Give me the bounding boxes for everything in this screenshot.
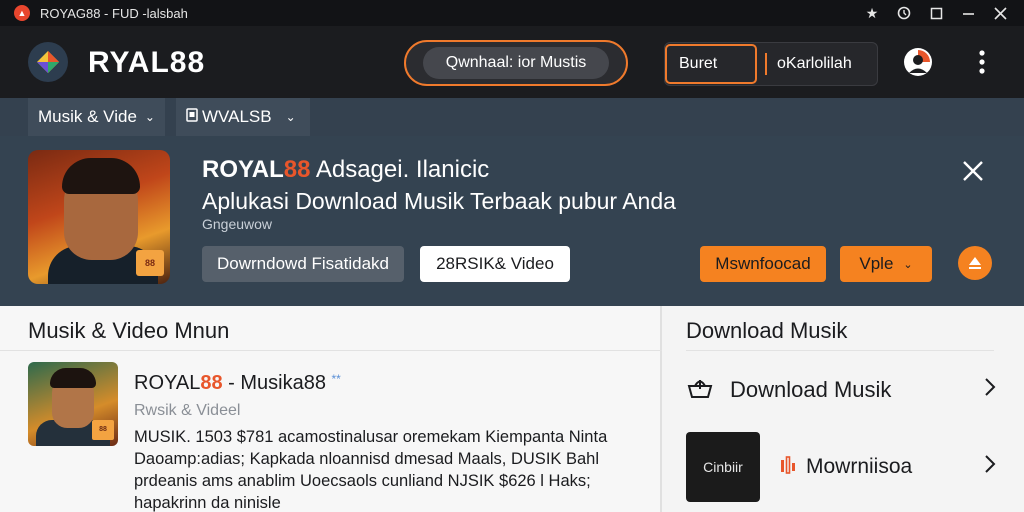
app-icon: ▲ (14, 5, 30, 21)
chevron-down-icon: ⌄ (903, 258, 913, 271)
equalizer-icon (780, 455, 796, 480)
maximize-icon[interactable] (920, 0, 952, 26)
music-video-button[interactable]: 28RSIK& Video (420, 246, 570, 282)
user-avatar-icon[interactable] (902, 46, 934, 78)
subnav-wvalsb-label: WVALSB (202, 107, 272, 126)
download-for-music-button[interactable]: Qwnhaal: ior Mustis (404, 40, 628, 86)
star-icon: ** (331, 372, 341, 386)
content-area: Musik & Video Mnun 88 ROYAL88 - Musika88… (0, 306, 1024, 512)
list-item-description: MUSIK. 1503 $781 acamostinalusar oremeka… (134, 428, 608, 512)
promo-banner: 88 ROYAL88 Adsagei. Ilanicic Aplukasi Do… (0, 136, 1024, 306)
window-title: ROYAG88 - FUD -lalsbah (40, 5, 188, 21)
sidebar-heading: Download Musik (686, 318, 848, 343)
divider (686, 350, 994, 351)
list-item-thumbnail[interactable]: 88 (28, 362, 118, 446)
search-divider (765, 53, 767, 75)
media-row[interactable]: Cinbiir Mowrniisoa (686, 432, 996, 502)
download-music-label: Download Musik (730, 377, 892, 402)
chevron-right-icon (984, 454, 996, 480)
search-option[interactable]: oKarlolilah (777, 55, 852, 73)
divider (0, 350, 662, 351)
search-group: Buret oKarlolilah (664, 42, 878, 86)
download-basket-icon (686, 376, 714, 405)
subnav-music-video-label: Musik & Vide (38, 107, 137, 126)
chevron-down-icon: ⌄ (144, 110, 155, 124)
history-icon[interactable] (888, 0, 920, 26)
minimize-icon[interactable] (952, 0, 984, 26)
media-row-label: Mowrniisoa (806, 455, 913, 478)
banner-close-icon[interactable] (958, 156, 988, 186)
download-sidebar: Download Musik Download Musik Cinbiir Mo… (664, 306, 1024, 512)
thumbnail-badge: 88 (136, 250, 164, 276)
window-title-bar: ▲ ROYAG88 - FUD -lalsbah ★ (0, 0, 1024, 26)
banner-title: ROYAL88 Adsagei. Ilanicic (202, 156, 490, 183)
app-header: RYAL88 Qwnhaal: ior Mustis Buret oKarlol… (0, 26, 1024, 98)
section-heading: Musik & Video Mnun (28, 318, 230, 343)
download-music-row[interactable]: Download Musik (686, 370, 996, 410)
chevron-right-icon (984, 377, 996, 403)
music-video-list: Musik & Video Mnun 88 ROYAL88 - Musika88… (0, 306, 662, 512)
banner-subtitle: Aplukasi Download Musik Terbaak pubur An… (202, 188, 676, 214)
upload-icon[interactable] (958, 246, 992, 280)
download-button[interactable]: Dowrndowd Fisatidakd (202, 246, 404, 282)
more-options-icon[interactable] (966, 46, 998, 78)
download-for-music-label: Qwnhaal: ior Mustis (423, 47, 609, 79)
banner-caption: Gngeuwow (202, 216, 273, 232)
subnav-music-video[interactable]: Musik & Vide ⌄ (28, 98, 165, 136)
window-controls: ★ (856, 0, 1024, 26)
close-icon[interactable] (984, 0, 1016, 26)
star-icon[interactable]: ★ (856, 0, 888, 26)
subnav-wvalsb[interactable]: WVALSB ⌄ (176, 98, 310, 136)
search-input[interactable]: Buret (665, 44, 757, 84)
list-item-title[interactable]: ROYAL88 - Musika88 ** (134, 372, 341, 395)
list-item-category: Rwsik & Videel (134, 402, 241, 419)
orange-dropdown-button[interactable]: Vple ⌄ (840, 246, 932, 282)
sub-navigation: Musik & Vide ⌄ WVALSB ⌄ (0, 98, 1024, 136)
chevron-down-icon: ⌄ (285, 110, 296, 124)
orange-action-button[interactable]: Mswnfoocad (700, 246, 826, 282)
logo-text[interactable]: RYAL88 (88, 46, 205, 80)
logo-icon[interactable] (28, 42, 68, 82)
thumbnail-badge: 88 (92, 420, 114, 440)
media-tile: Cinbiir (686, 432, 760, 502)
subnav-copy-icon (186, 107, 198, 127)
artist-thumbnail[interactable]: 88 (28, 150, 170, 284)
